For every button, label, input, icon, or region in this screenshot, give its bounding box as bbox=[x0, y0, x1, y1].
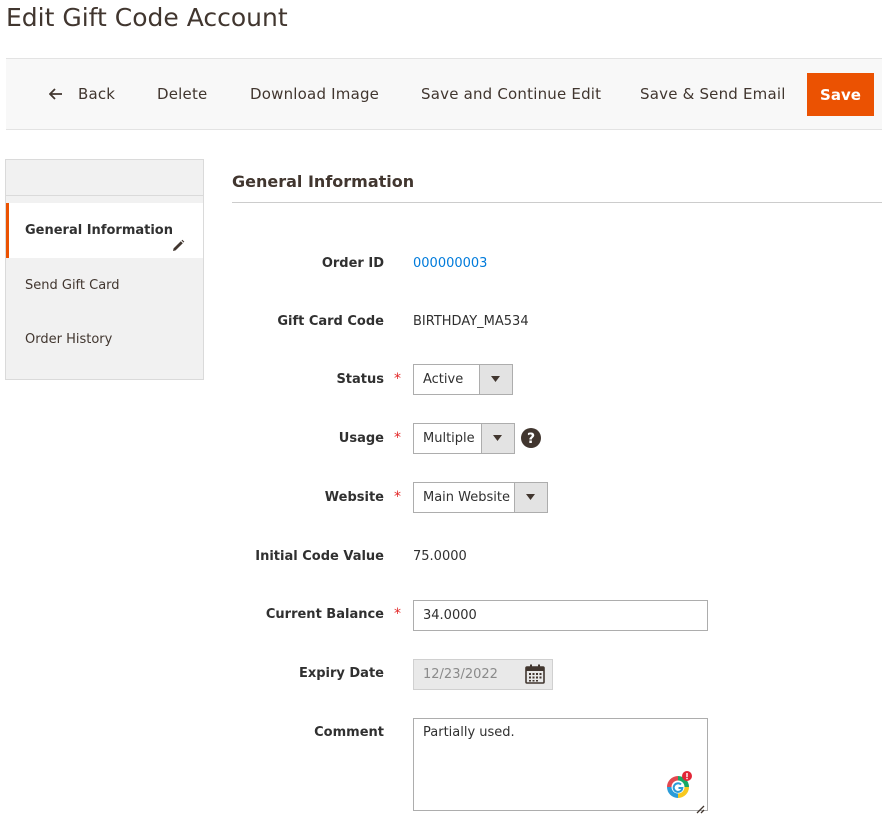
required-asterisk: * bbox=[394, 371, 401, 387]
initial-code-value-label: Initial Code Value bbox=[255, 549, 384, 564]
sidebar-item-general-information[interactable]: General Information bbox=[6, 203, 203, 258]
page-title: Edit Gift Code Account bbox=[6, 3, 288, 32]
sidebar-item-send-gift-card[interactable]: Send Gift Card bbox=[6, 258, 203, 313]
resize-handle-icon[interactable] bbox=[695, 799, 705, 818]
website-label: Website bbox=[324, 490, 384, 505]
website-selected-value: Main Website bbox=[423, 490, 510, 505]
sidebar-item-label: General Information bbox=[25, 223, 173, 238]
download-image-button[interactable]: Download Image bbox=[250, 59, 379, 129]
calendar-icon[interactable] bbox=[525, 664, 545, 688]
required-asterisk: * bbox=[394, 489, 401, 505]
required-asterisk: * bbox=[394, 430, 401, 446]
caret-down-icon bbox=[514, 483, 547, 512]
usage-selected-value: Multiple bbox=[423, 431, 475, 446]
sidebar-item-label: Order History bbox=[25, 332, 113, 347]
section-divider bbox=[232, 202, 882, 203]
gift-card-code-value: BIRTHDAY_MA534 bbox=[413, 314, 529, 329]
action-toolbar: Back Delete Download Image Save and Cont… bbox=[6, 58, 882, 130]
usage-label: Usage bbox=[338, 431, 384, 446]
usage-select[interactable]: Multiple bbox=[413, 423, 515, 454]
question-circle-icon[interactable]: ? bbox=[521, 428, 541, 452]
order-id-label: Order ID bbox=[321, 256, 384, 271]
required-asterisk: * bbox=[394, 606, 401, 622]
svg-text:?: ? bbox=[527, 431, 535, 447]
status-select[interactable]: Active bbox=[413, 364, 513, 395]
comment-textarea[interactable] bbox=[413, 718, 708, 811]
current-balance-label: Current Balance bbox=[265, 607, 384, 622]
status-label: Status bbox=[336, 372, 384, 387]
sidebar-item-order-history[interactable]: Order History bbox=[6, 312, 203, 367]
caret-down-icon bbox=[479, 365, 512, 394]
save-and-continue-button[interactable]: Save and Continue Edit bbox=[421, 59, 601, 129]
order-id-link[interactable]: 000000003 bbox=[413, 256, 487, 271]
back-label: Back bbox=[77, 85, 116, 103]
caret-down-icon bbox=[481, 424, 514, 453]
arrow-left-icon bbox=[48, 85, 68, 103]
sidebar-tabs: General Information Send Gift Card Order… bbox=[5, 159, 204, 380]
save-button[interactable]: Save bbox=[807, 73, 874, 116]
order-id-value: 000000003 bbox=[413, 256, 487, 271]
save-and-send-email-button[interactable]: Save & Send Email bbox=[640, 59, 786, 129]
current-balance-input[interactable] bbox=[413, 600, 708, 631]
status-selected-value: Active bbox=[423, 372, 464, 387]
website-select[interactable]: Main Website bbox=[413, 482, 548, 513]
sidebar-item-label: Send Gift Card bbox=[25, 278, 120, 293]
grammarly-icon[interactable] bbox=[666, 771, 692, 803]
initial-code-value: 75.0000 bbox=[413, 549, 467, 564]
back-button[interactable]: Back bbox=[48, 59, 116, 129]
gift-card-code-label: Gift Card Code bbox=[277, 314, 384, 329]
sidebar-header bbox=[6, 160, 203, 196]
delete-button[interactable]: Delete bbox=[157, 59, 208, 129]
expiry-date-label: Expiry Date bbox=[298, 666, 384, 681]
comment-label: Comment bbox=[314, 725, 384, 740]
section-title: General Information bbox=[232, 172, 415, 191]
